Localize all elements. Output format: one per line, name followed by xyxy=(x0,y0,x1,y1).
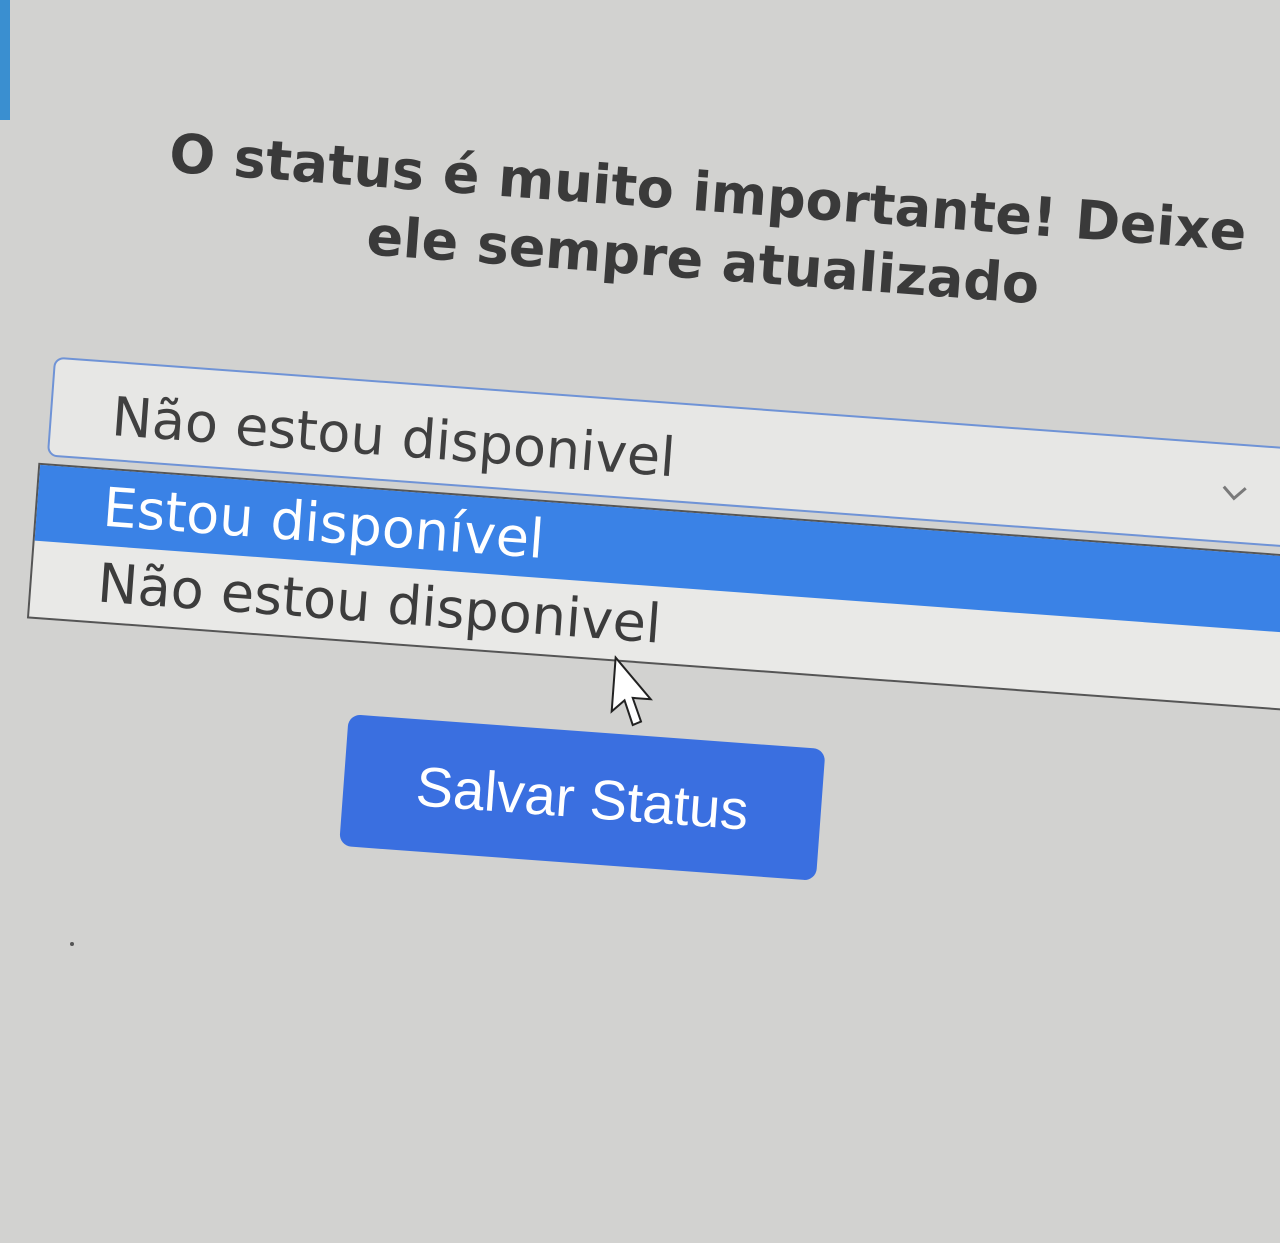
status-panel: O status é muito importante! Deixe ele s… xyxy=(0,0,1280,1236)
screen-speck xyxy=(70,942,74,946)
status-prompt-heading: O status é muito importante! Deixe ele s… xyxy=(167,121,1249,317)
mouse-cursor-icon xyxy=(610,655,653,727)
save-status-button[interactable]: Salvar Status xyxy=(339,714,826,881)
chevron-down-icon xyxy=(1222,485,1247,501)
